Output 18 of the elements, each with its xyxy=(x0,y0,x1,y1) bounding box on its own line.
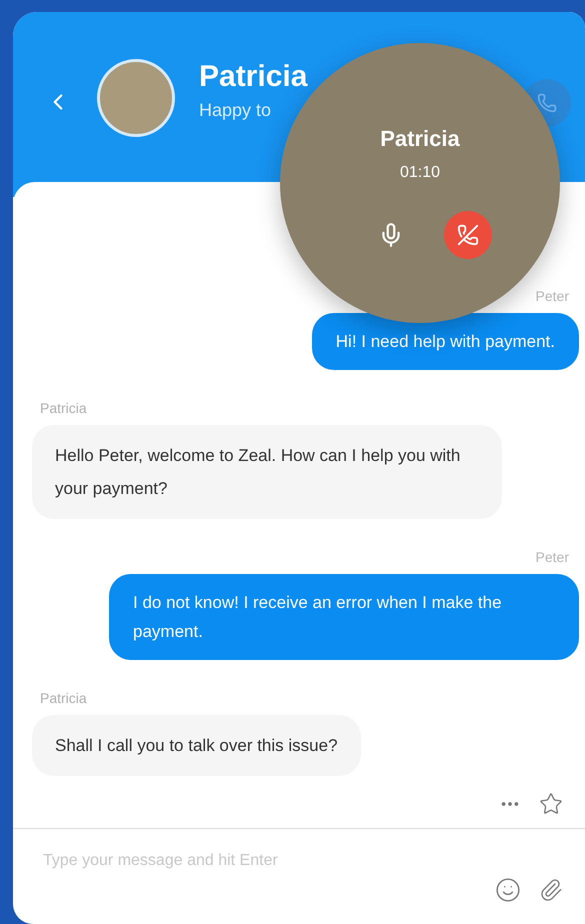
emoji-icon[interactable] xyxy=(495,877,521,903)
call-duration: 01:10 xyxy=(400,163,440,183)
sender-name: Peter xyxy=(536,287,569,306)
hang-up-icon xyxy=(457,224,479,246)
phone-icon xyxy=(537,93,557,113)
outgoing-message: Hi! I need help with payment. xyxy=(312,313,579,370)
sender-name: Peter xyxy=(536,548,569,567)
contact-name: Patricia xyxy=(199,59,308,95)
caller-name: Patricia xyxy=(380,125,460,153)
hang-up-button[interactable] xyxy=(444,211,492,259)
incoming-message: Hello Peter, welcome to Zeal. How can I help you with your payment? xyxy=(32,425,502,519)
outgoing-message: I do not know! I receive an error when I make the payment. xyxy=(109,574,579,660)
contact-status: Happy to xyxy=(199,99,272,122)
sender-name: Patricia xyxy=(40,689,87,708)
incoming-message: Shall I call you to talk over this issue? xyxy=(32,715,361,776)
star-icon[interactable] xyxy=(539,792,563,816)
sender-name: Patricia xyxy=(40,399,87,418)
attachment-icon[interactable] xyxy=(539,877,563,903)
